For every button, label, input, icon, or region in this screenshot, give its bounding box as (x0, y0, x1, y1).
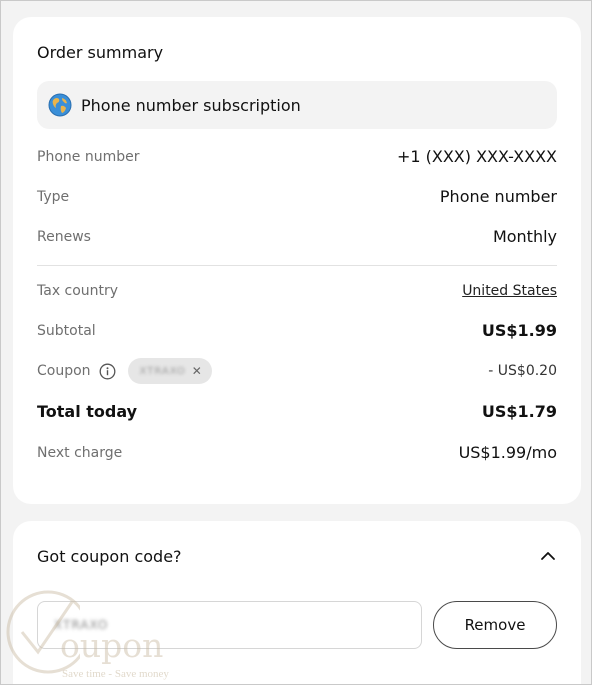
type-label: Type (37, 188, 70, 205)
close-icon[interactable]: ✕ (192, 365, 202, 377)
coupon-discount-value: - US$0.20 (488, 363, 557, 379)
globe-icon (48, 93, 72, 117)
total-value: US$1.79 (481, 402, 557, 421)
tax-country-row: Tax country United States (37, 283, 557, 299)
total-label: Total today (37, 402, 138, 421)
coupon-label-group: Coupon XTRAXO ✕ (37, 358, 212, 384)
remove-coupon-button[interactable]: Remove (433, 601, 557, 649)
coupon-code-input[interactable]: XTRAXO (37, 601, 422, 649)
phone-number-row: Phone number +1 (XXX) XXX-XXXX (37, 147, 557, 166)
next-charge-label: Next charge (37, 444, 123, 461)
subtotal-value: US$1.99 (481, 321, 557, 340)
tax-country-label: Tax country (37, 283, 119, 299)
tax-country-link[interactable]: United States (462, 283, 557, 299)
next-charge-value: US$1.99/mo (458, 443, 557, 462)
total-row: Total today US$1.79 (37, 402, 557, 421)
coupon-chip-code: XTRAXO (139, 365, 186, 377)
coupon-row: Coupon XTRAXO ✕ - US$0.20 (37, 358, 557, 384)
coupon-label: Coupon (37, 363, 91, 379)
type-value: Phone number (439, 187, 557, 206)
next-charge-row: Next charge US$1.99/mo (37, 443, 557, 462)
phone-number-label: Phone number (37, 148, 140, 165)
order-summary-title: Order summary (37, 43, 164, 62)
coupon-chip: XTRAXO ✕ (127, 358, 212, 384)
type-row: Type Phone number (37, 187, 557, 206)
phone-number-value: +1 (XXX) XXX-XXXX (396, 147, 557, 166)
renews-label: Renews (37, 228, 91, 245)
chevron-up-icon[interactable] (539, 547, 557, 565)
product-name: Phone number subscription (81, 95, 301, 115)
subtotal-label: Subtotal (37, 322, 96, 339)
product-pill: Phone number subscription (37, 81, 557, 129)
summary-divider (37, 265, 557, 266)
renews-row: Renews Monthly (37, 227, 557, 246)
subtotal-row: Subtotal US$1.99 (37, 321, 557, 340)
coupon-code-input-value: XTRAXO (54, 618, 109, 632)
order-summary-card: Order summary Phone number subscription … (13, 17, 581, 504)
info-icon[interactable] (99, 363, 116, 380)
coupon-card: Got coupon code? XTRAXO Remove (13, 521, 581, 685)
coupon-section-title: Got coupon code? (37, 547, 182, 566)
renews-value: Monthly (492, 227, 557, 246)
